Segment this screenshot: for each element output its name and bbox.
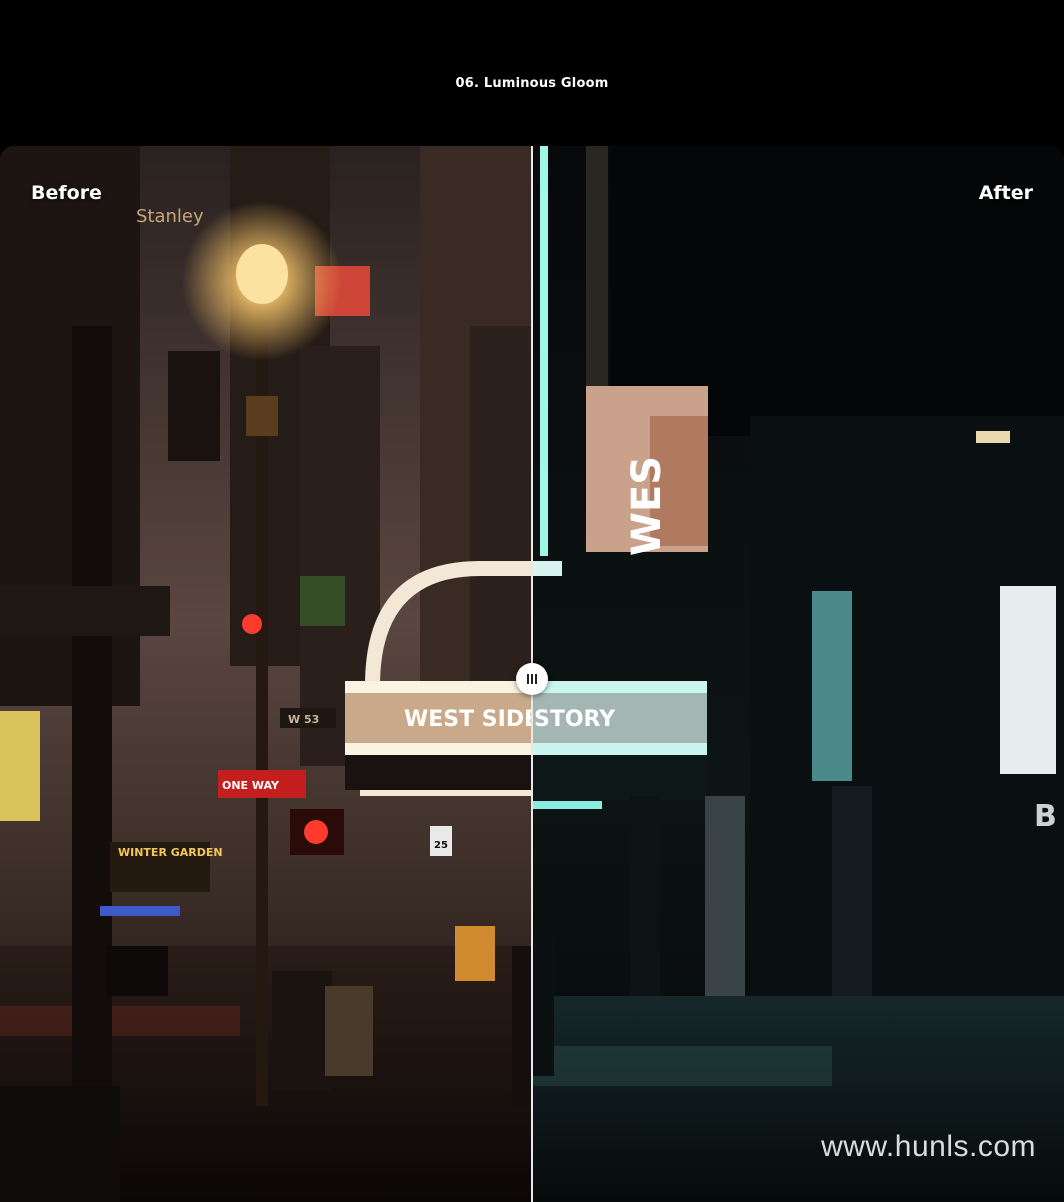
sign-speed: 25 bbox=[434, 840, 448, 851]
marquee-text-after: STORY bbox=[534, 707, 616, 732]
before-label: Before bbox=[31, 182, 102, 204]
after-scene: STORY WES B bbox=[532, 146, 1064, 1202]
sign-one-way: ONE WAY bbox=[222, 779, 280, 792]
marquee-text-before: WEST SIDE STORY bbox=[404, 707, 532, 732]
grip-vertical-icon bbox=[527, 674, 537, 684]
after-label: After bbox=[978, 182, 1033, 204]
before-after-comparison[interactable]: Stanley WEST SIDE STORY ONE WAY 25 W 53 WINTE… bbox=[0, 146, 1064, 1202]
before-scene: Stanley WEST SIDE STORY ONE WAY 25 W 53 WINTE… bbox=[0, 146, 532, 1202]
wall-letter: B bbox=[1034, 799, 1057, 834]
after-image: STORY WES B After bbox=[532, 146, 1064, 1202]
sign-winter-garden: WINTER GARDEN bbox=[118, 846, 223, 859]
page-header: 06. Luminous Gloom bbox=[0, 0, 1064, 146]
sign-stanley: Stanley bbox=[136, 206, 204, 227]
poster-text: WES bbox=[624, 456, 670, 556]
sign-street: W 53 bbox=[288, 713, 319, 726]
watermark: www.hunls.com bbox=[821, 1130, 1036, 1163]
divider-handle[interactable] bbox=[516, 663, 548, 695]
page-title: 06. Luminous Gloom bbox=[455, 76, 609, 91]
before-image: Stanley WEST SIDE STORY ONE WAY 25 W 53 WINTE… bbox=[0, 146, 532, 1202]
